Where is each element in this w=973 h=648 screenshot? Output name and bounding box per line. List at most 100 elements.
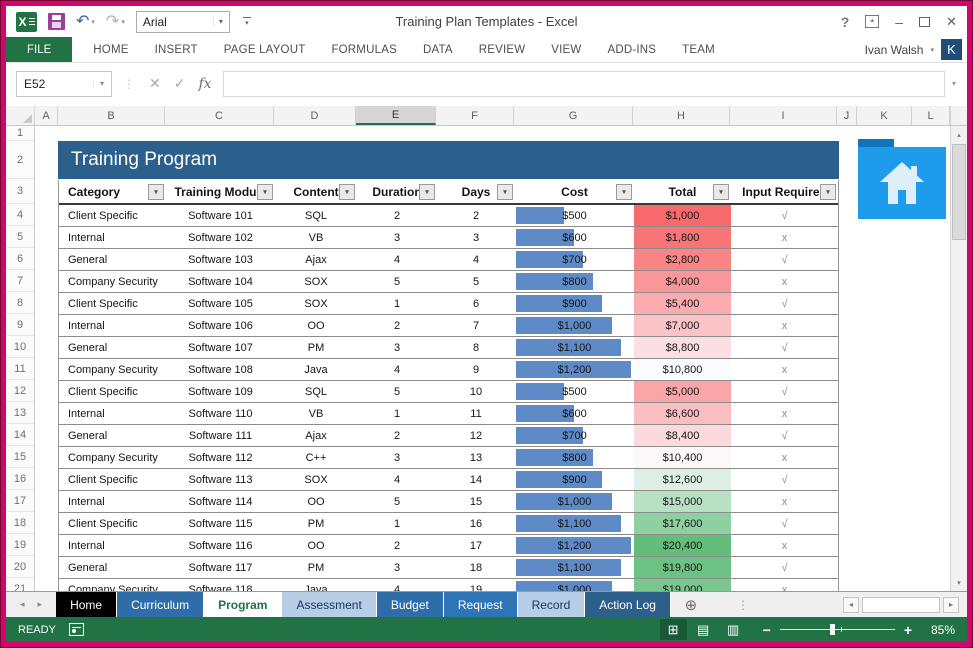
cell-content[interactable]: OO	[275, 535, 357, 556]
filter-icon-module[interactable]: ▾	[257, 184, 273, 200]
cell-duration[interactable]: 4	[357, 579, 437, 591]
column-header-A[interactable]: A	[35, 106, 58, 125]
cell-total[interactable]: $8,400	[634, 425, 731, 446]
cell-cost[interactable]: $500	[515, 205, 634, 226]
ribbon-display-options-icon[interactable]: ▴	[865, 15, 879, 28]
cell-duration[interactable]: 2	[357, 425, 437, 446]
zoom-out-icon[interactable]: −	[763, 622, 771, 638]
font-name-combobox[interactable]: Arial▾	[136, 11, 230, 33]
filter-icon-category[interactable]: ▾	[148, 184, 164, 200]
cell-duration[interactable]: 5	[357, 381, 437, 402]
filter-icon-days[interactable]: ▾	[497, 184, 513, 200]
cell-cost[interactable]: $800	[515, 447, 634, 468]
cell-input-required[interactable]: x	[731, 359, 838, 380]
row-header-7[interactable]: 7	[6, 270, 34, 292]
cell-duration[interactable]: 1	[357, 513, 437, 534]
sheet-tab-record[interactable]: Record	[518, 592, 586, 617]
cell-module[interactable]: Software 112	[166, 447, 275, 468]
close-button[interactable]: ✕	[946, 14, 957, 30]
ribbon-tab-data[interactable]: DATA	[410, 37, 466, 62]
cell-cost[interactable]: $600	[515, 227, 634, 248]
cell-category[interactable]: Client Specific	[59, 513, 166, 534]
sheet-tab-program[interactable]: Program	[204, 592, 282, 617]
cell-days[interactable]: 18	[437, 557, 515, 578]
row-header-21[interactable]: 21	[6, 578, 34, 591]
ribbon-tab-review[interactable]: REVIEW	[466, 37, 539, 62]
account-menu[interactable]: Ivan Walsh ▾ K	[865, 37, 967, 62]
cell-input-required[interactable]: x	[731, 579, 838, 591]
cell-total[interactable]: $8,800	[634, 337, 731, 358]
cell-input-required[interactable]: √	[731, 513, 838, 534]
cell-content[interactable]: OO	[275, 315, 357, 336]
cell-duration[interactable]: 2	[357, 315, 437, 336]
cell-input-required[interactable]: √	[731, 557, 838, 578]
cell-category[interactable]: Company Security	[59, 579, 166, 591]
cell-total[interactable]: $12,600	[634, 469, 731, 490]
cell-days[interactable]: 12	[437, 425, 515, 446]
cell-days[interactable]: 9	[437, 359, 515, 380]
sheet-tab-home[interactable]: Home	[56, 592, 117, 617]
row-header-13[interactable]: 13	[6, 402, 34, 424]
cell-input-required[interactable]: x	[731, 227, 838, 248]
row-header-6[interactable]: 6	[6, 248, 34, 270]
row-header-9[interactable]: 9	[6, 314, 34, 336]
cell-content[interactable]: VB	[275, 227, 357, 248]
row-header-16[interactable]: 16	[6, 468, 34, 490]
cell-total[interactable]: $20,400	[634, 535, 731, 556]
cell-category[interactable]: Company Security	[59, 447, 166, 468]
cell-module[interactable]: Software 108	[166, 359, 275, 380]
ribbon-tab-formulas[interactable]: FORMULAS	[318, 37, 410, 62]
column-header-G[interactable]: G	[514, 106, 633, 125]
cell-duration[interactable]: 3	[357, 557, 437, 578]
cell-input-required[interactable]: √	[731, 293, 838, 314]
drag-handle-icon[interactable]: ⋮	[123, 77, 136, 91]
sheet-tab-budget[interactable]: Budget	[377, 592, 444, 617]
cell-module[interactable]: Software 110	[166, 403, 275, 424]
cell-cost[interactable]: $1,000	[515, 491, 634, 512]
cell-module[interactable]: Software 107	[166, 337, 275, 358]
cell-duration[interactable]: 5	[357, 271, 437, 292]
undo-button[interactable]: ↶▾	[76, 14, 95, 30]
cell-module[interactable]: Software 116	[166, 535, 275, 556]
redo-caret-icon[interactable]: ▾	[121, 18, 125, 26]
vertical-scroll-track[interactable]	[951, 143, 967, 574]
minimize-button[interactable]: –	[895, 18, 903, 26]
filter-icon-content[interactable]: ▾	[339, 184, 355, 200]
new-sheet-icon[interactable]: ⊕	[671, 592, 711, 617]
cell-total[interactable]: $19,000	[634, 579, 731, 591]
cell-days[interactable]: 5	[437, 271, 515, 292]
avatar[interactable]: K	[941, 39, 962, 60]
select-all-corner[interactable]	[6, 106, 35, 125]
cell-input-required[interactable]: x	[731, 535, 838, 556]
ribbon-tab-view[interactable]: VIEW	[538, 37, 594, 62]
column-header-H[interactable]: H	[633, 106, 730, 125]
ribbon-tab-page-layout[interactable]: PAGE LAYOUT	[211, 37, 319, 62]
insert-function-icon[interactable]: fx	[198, 76, 211, 92]
normal-view-icon[interactable]: ⊞	[660, 619, 687, 640]
cell-duration[interactable]: 3	[357, 227, 437, 248]
cell-module[interactable]: Software 102	[166, 227, 275, 248]
column-header-L[interactable]: L	[912, 106, 950, 125]
scroll-right-icon[interactable]: ▸	[943, 597, 959, 613]
cell-module[interactable]: Software 111	[166, 425, 275, 446]
cancel-icon[interactable]: ✕	[149, 75, 161, 92]
cell-cost[interactable]: $700	[515, 249, 634, 270]
cell-days[interactable]: 11	[437, 403, 515, 424]
cell-duration[interactable]: 4	[357, 249, 437, 270]
filter-icon-total[interactable]: ▾	[713, 184, 729, 200]
cell-total[interactable]: $6,600	[634, 403, 731, 424]
cell-module[interactable]: Software 101	[166, 205, 275, 226]
scroll-up-icon[interactable]: ▴	[951, 126, 967, 143]
cell-content[interactable]: SQL	[275, 381, 357, 402]
horizontal-scrollbar[interactable]: ◂ ▸	[843, 592, 967, 617]
row-header-2[interactable]: 2	[6, 141, 34, 179]
cell-days[interactable]: 2	[437, 205, 515, 226]
cell-content[interactable]: Ajax	[275, 425, 357, 446]
cell-total[interactable]: $17,600	[634, 513, 731, 534]
scroll-left-icon[interactable]: ◂	[843, 597, 859, 613]
cell-days[interactable]: 19	[437, 579, 515, 591]
column-header-I[interactable]: I	[730, 106, 837, 125]
cell-input-required[interactable]: x	[731, 271, 838, 292]
cell-total[interactable]: $10,400	[634, 447, 731, 468]
cell-input-required[interactable]: x	[731, 491, 838, 512]
